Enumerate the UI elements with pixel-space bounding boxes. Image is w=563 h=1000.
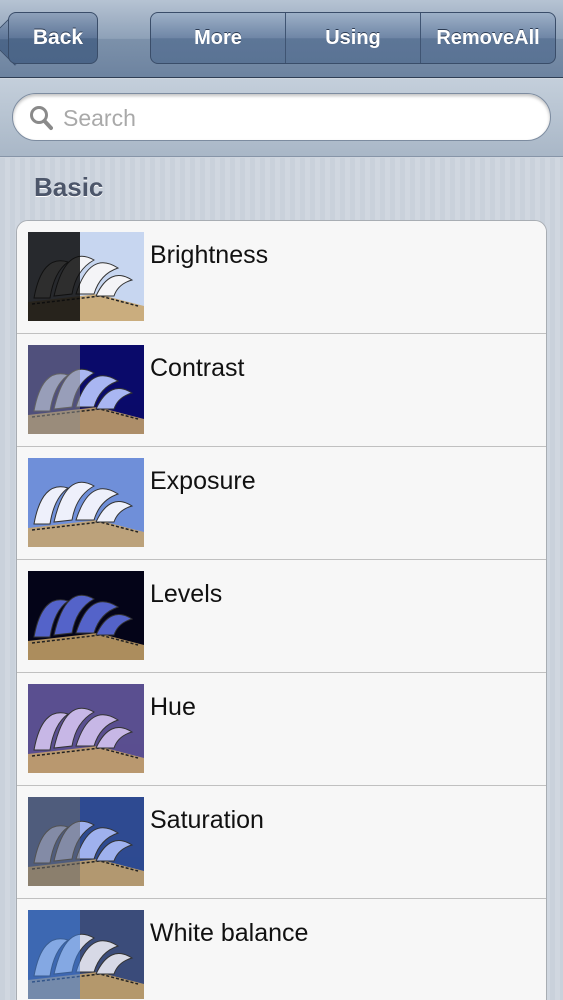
search-bar — [0, 79, 563, 157]
filter-row-levels[interactable]: Levels — [17, 560, 546, 673]
search-field[interactable] — [12, 93, 551, 141]
segment-using[interactable]: Using — [286, 13, 421, 63]
section-header-basic: Basic — [34, 172, 104, 202]
segment-remove-all[interactable]: RemoveAll — [421, 13, 555, 63]
filter-row-exposure[interactable]: Exposure — [17, 447, 546, 560]
segment-more[interactable]: More — [151, 13, 286, 63]
search-input[interactable] — [63, 102, 533, 134]
filter-row-hue[interactable]: Hue — [17, 673, 546, 786]
filter-label: Contrast — [150, 354, 245, 382]
navigation-bar: Back More Using RemoveAll — [0, 0, 563, 78]
filter-thumbnail — [28, 345, 144, 434]
back-button-label: Back — [32, 26, 84, 49]
filter-row-brightness[interactable]: Brightness — [17, 221, 546, 334]
segmented-control: More Using RemoveAll — [150, 12, 556, 64]
filter-list[interactable]: Basic Brightness Contrast Exposure Levels Hu… — [0, 158, 563, 1000]
filter-label: Saturation — [150, 806, 264, 834]
filter-thumbnail — [28, 797, 144, 886]
filter-thumbnail — [28, 458, 144, 547]
filter-label: White balance — [150, 919, 309, 947]
filter-thumbnail — [28, 571, 144, 660]
filter-thumbnail — [28, 232, 144, 321]
filter-thumbnail — [28, 684, 144, 773]
filter-row-white-balance[interactable]: White balance — [17, 899, 546, 1000]
filter-label: Levels — [150, 580, 223, 608]
filter-label: Brightness — [150, 241, 269, 269]
filter-row-contrast[interactable]: Contrast — [17, 334, 546, 447]
search-icon — [29, 105, 53, 131]
filter-thumbnail — [28, 910, 144, 999]
filter-label: Exposure — [150, 467, 256, 495]
back-button[interactable]: Back — [8, 12, 98, 64]
filter-row-saturation[interactable]: Saturation — [17, 786, 546, 899]
filter-label: Hue — [150, 693, 196, 721]
filter-group: Brightness Contrast Exposure Levels Hue Satur… — [16, 220, 547, 1000]
